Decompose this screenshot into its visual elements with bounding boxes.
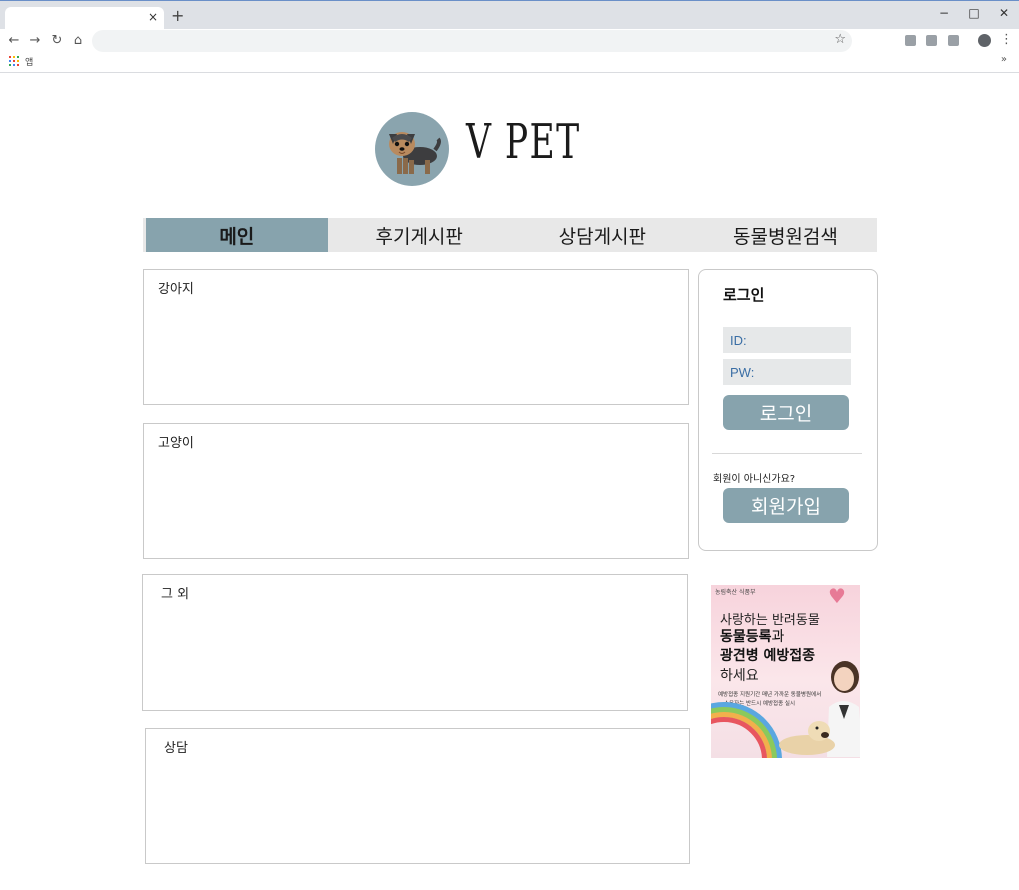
bookmarks-more-icon[interactable]: » bbox=[1001, 54, 1007, 65]
tab-hospital-search[interactable]: 동물병원검색 bbox=[694, 218, 877, 252]
board-title: 그 외 bbox=[161, 587, 190, 602]
profile-icon[interactable] bbox=[978, 34, 991, 47]
board-title: 고양이 bbox=[158, 436, 194, 451]
tab-close-icon[interactable]: × bbox=[148, 10, 158, 24]
signup-question: 회원이 아니신가요? bbox=[713, 474, 796, 485]
maximize-button[interactable]: □ bbox=[962, 4, 986, 22]
address-bar[interactable]: ☆ bbox=[92, 30, 852, 52]
browser-chrome: × + − □ ✕ ← → ↻ ⌂ ☆ ⋮ 앱 » bbox=[0, 0, 1019, 74]
extension-icon[interactable] bbox=[948, 35, 959, 46]
brand-title[interactable]: V PET bbox=[466, 114, 581, 170]
tab-reviews[interactable]: 후기게시판 bbox=[328, 218, 511, 252]
login-panel: 로그인 로그인 회원이 아니신가요? 회원가입 bbox=[698, 269, 878, 551]
login-button[interactable]: 로그인 bbox=[723, 395, 849, 430]
ad-headline-2: 동물등록과 bbox=[720, 626, 784, 646]
divider bbox=[712, 453, 862, 454]
board-title: 강아지 bbox=[158, 282, 194, 297]
id-field[interactable] bbox=[723, 327, 851, 353]
ad-headline-2-rest: 과 bbox=[771, 629, 785, 645]
yorkie-dog-icon[interactable] bbox=[375, 112, 449, 186]
board-etc[interactable]: 그 외 bbox=[142, 574, 688, 711]
heart-icon: ♥ bbox=[828, 585, 846, 608]
extension-icon[interactable] bbox=[905, 35, 916, 46]
extension-icon[interactable] bbox=[926, 35, 937, 46]
bookmarks-bar: 앱 » bbox=[0, 53, 1019, 73]
tab-main[interactable]: 메인 bbox=[146, 218, 328, 252]
ad-banner[interactable]: 농림축산 식품부 ♥ 사랑하는 반려동물 동물등록과 광견병 예방접종 하세요 … bbox=[711, 585, 860, 758]
star-icon[interactable]: ☆ bbox=[834, 32, 846, 47]
minimize-button[interactable]: − bbox=[932, 4, 956, 22]
rainbow-icon bbox=[711, 717, 767, 758]
tab-consult[interactable]: 상담게시판 bbox=[511, 218, 694, 252]
browser-tab[interactable]: × bbox=[5, 7, 164, 30]
home-icon[interactable]: ⌂ bbox=[69, 32, 87, 50]
page-content: V PET 메인 후기게시판 상담게시판 동물병원검색 강아지 고양이 그 외 … bbox=[0, 74, 1019, 890]
menu-icon[interactable]: ⋮ bbox=[1000, 31, 1013, 49]
reload-icon[interactable]: ↻ bbox=[48, 32, 66, 50]
board-title: 상담 bbox=[164, 741, 188, 756]
ad-headline-4: 하세요 bbox=[720, 668, 759, 684]
apps-label[interactable]: 앱 bbox=[25, 55, 33, 68]
signup-button[interactable]: 회원가입 bbox=[723, 488, 849, 523]
close-window-button[interactable]: ✕ bbox=[992, 4, 1016, 22]
new-tab-button[interactable]: + bbox=[171, 7, 184, 25]
ad-headline-3: 광견병 예방접종 bbox=[720, 648, 816, 664]
browser-toolbar: ← → ↻ ⌂ ☆ ⋮ bbox=[0, 29, 1019, 53]
login-title: 로그인 bbox=[723, 286, 765, 304]
password-field[interactable] bbox=[723, 359, 851, 385]
ad-fine-print: 예방접종 지원기간 매년 가까운 동물병원에서 bbox=[718, 692, 822, 698]
board-consult[interactable]: 상담 bbox=[145, 728, 690, 864]
main-nav: 메인 후기게시판 상담게시판 동물병원검색 bbox=[143, 218, 877, 252]
tab-strip: × + − □ ✕ bbox=[0, 1, 1019, 30]
ad-fine-print: 소유자는 반드시 예방접종 실시 bbox=[724, 701, 796, 707]
board-cat[interactable]: 고양이 bbox=[143, 423, 689, 559]
ad-headline-2-bold: 동물등록 bbox=[720, 629, 772, 645]
labrador-dog-image bbox=[779, 721, 835, 755]
board-dog[interactable]: 강아지 bbox=[143, 269, 689, 405]
apps-grid-icon[interactable] bbox=[9, 56, 19, 66]
ad-corner-logo: 농림축산 식품부 bbox=[715, 589, 756, 596]
back-arrow-icon[interactable]: ← bbox=[5, 32, 23, 50]
forward-arrow-icon[interactable]: → bbox=[26, 32, 44, 50]
